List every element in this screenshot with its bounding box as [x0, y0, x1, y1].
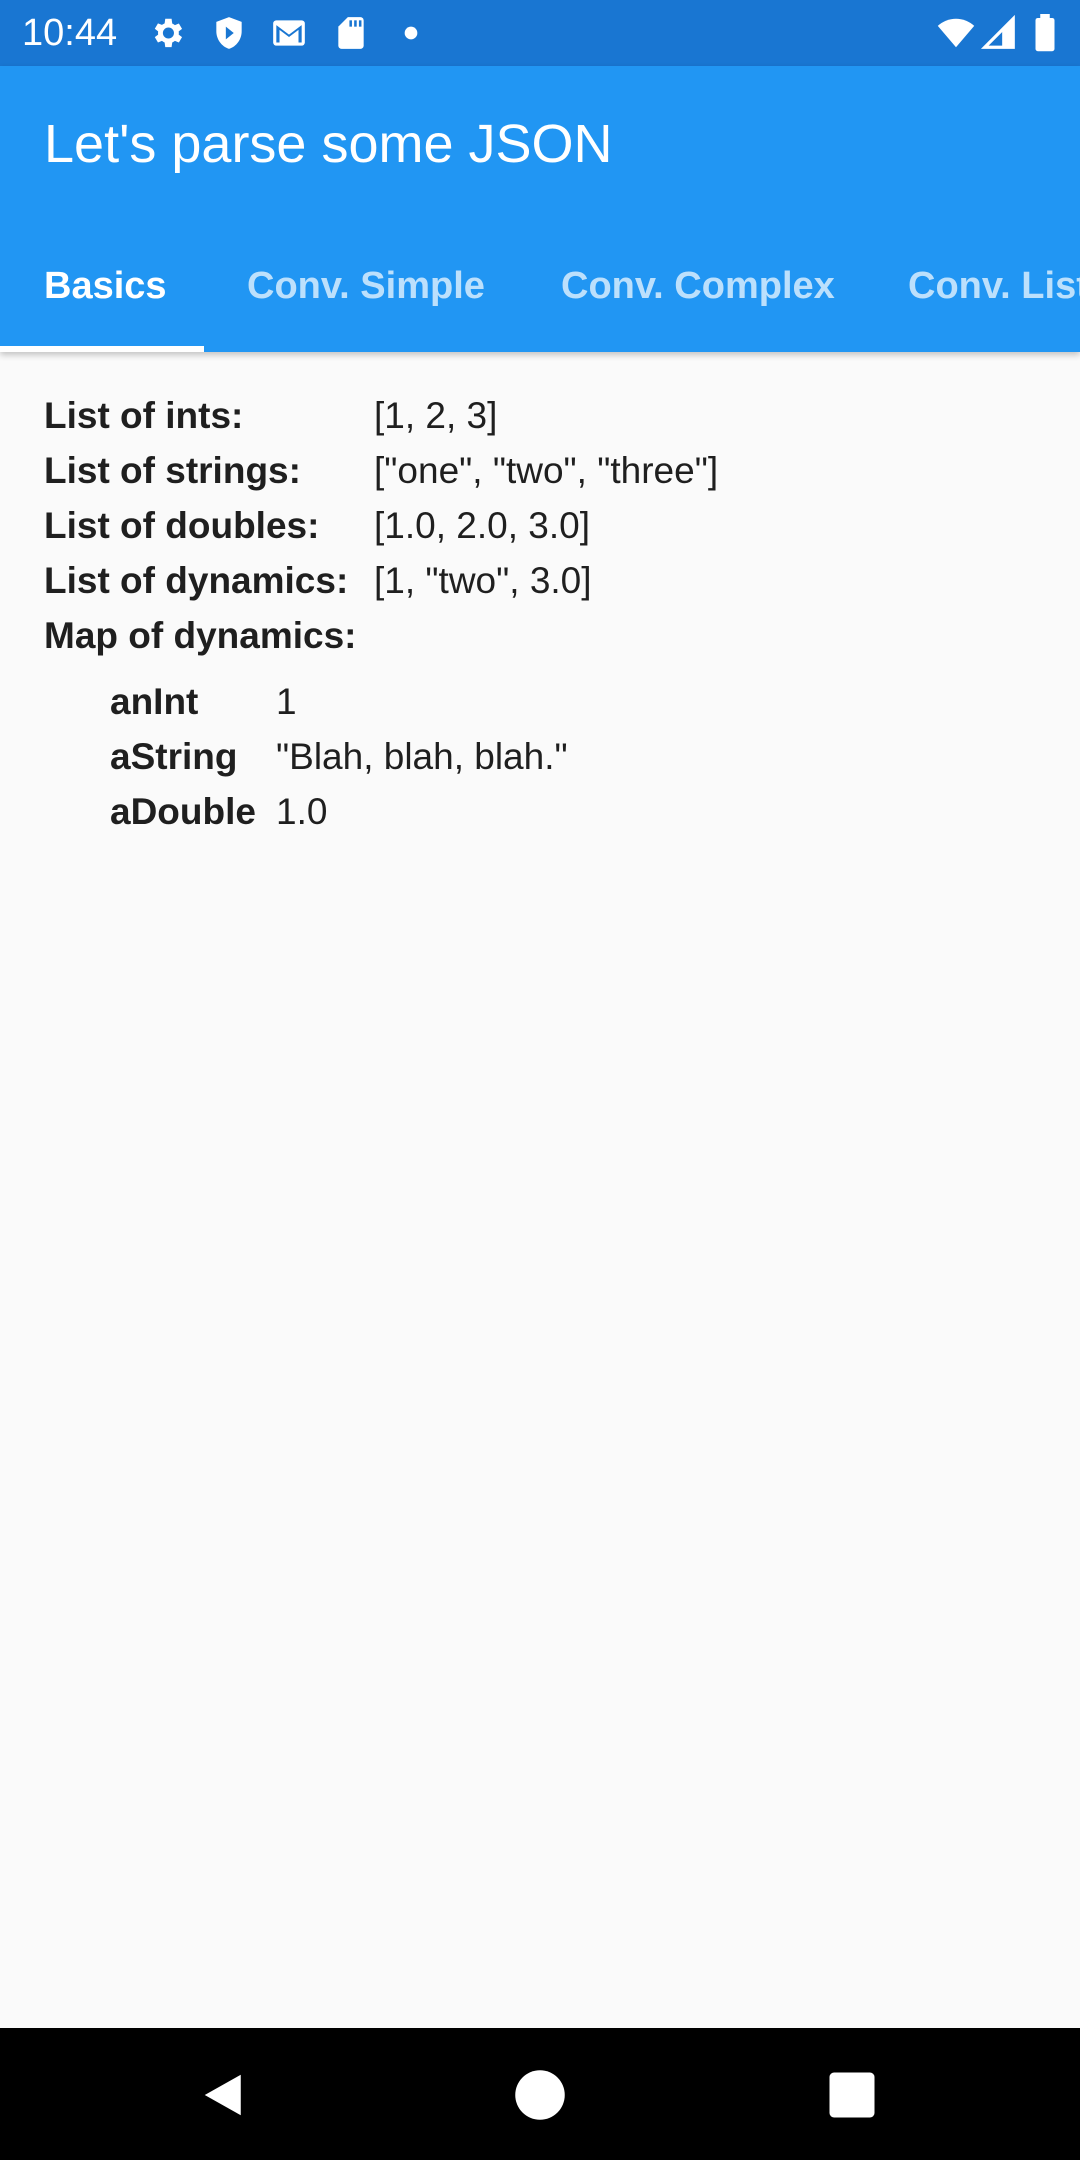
home-icon[interactable]: [513, 2068, 567, 2122]
row-key: List of doubles:: [44, 505, 320, 546]
status-bar: 10:44: [0, 0, 1080, 66]
row-value: [1, "two", 3.0]: [374, 560, 592, 601]
gear-icon: [148, 14, 186, 52]
system-nav-bar: [0, 2028, 1080, 2160]
dot-icon: [392, 14, 430, 52]
basics-content: List of ints: [1, 2, 3] List of strings:…: [0, 352, 1080, 2028]
recents-icon[interactable]: [825, 2068, 879, 2122]
row-key: Map of dynamics:: [44, 615, 357, 656]
row-key: List of strings:: [44, 450, 301, 491]
tab-conv-complex[interactable]: Conv. Complex: [561, 220, 835, 352]
row-value: [1, 2, 3]: [374, 395, 498, 436]
wifi-icon: [934, 14, 978, 52]
map-value: 1: [276, 681, 297, 722]
tab-bar: Basics Conv. Simple Conv. Complex Conv. …: [0, 220, 1080, 352]
battery-icon: [1030, 14, 1060, 52]
map-key: anInt: [110, 681, 199, 722]
app-bar: Let's parse some JSON Basics Conv. Simpl…: [0, 66, 1080, 352]
map-value: "Blah, blah, blah.": [276, 736, 568, 777]
cell-signal-icon: [980, 14, 1018, 52]
row-value: ["one", "two", "three"]: [374, 450, 719, 491]
tab-conv-simple[interactable]: Conv. Simple: [247, 220, 485, 352]
gmail-icon: [270, 14, 308, 52]
status-time: 10:44: [22, 12, 118, 54]
app-title: Let's parse some JSON: [44, 114, 613, 174]
row-key: List of ints:: [44, 395, 244, 436]
shield-icon: [210, 14, 248, 52]
row-value: [1.0, 2.0, 3.0]: [374, 505, 590, 546]
sd-card-icon: [332, 14, 370, 52]
app-screen: 10:44 Let's parse some JSON Basics Conv.…: [0, 0, 1080, 2160]
map-value: 1.0: [276, 791, 328, 832]
back-icon[interactable]: [198, 2068, 252, 2122]
tab-conv-list[interactable]: Conv. List: [908, 220, 1080, 352]
map-key: aDouble: [110, 791, 256, 832]
row-key: List of dynamics:: [44, 560, 349, 601]
map-key: aString: [110, 736, 238, 777]
tab-basics[interactable]: Basics: [44, 220, 167, 352]
